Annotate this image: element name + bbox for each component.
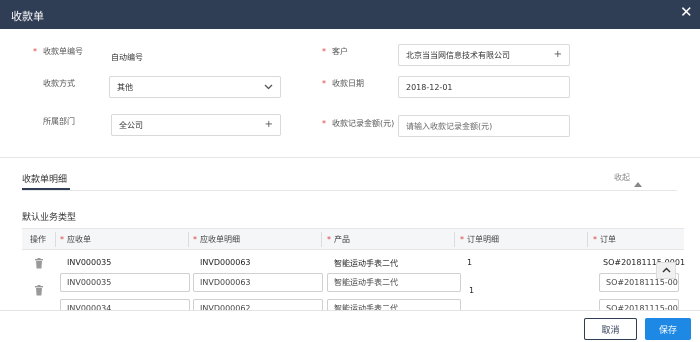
column-header-receivable-detail: * 应收单明细 <box>193 235 240 244</box>
plus-icon[interactable]: + <box>265 120 273 130</box>
scroll-up-button[interactable] <box>656 262 676 279</box>
close-icon[interactable]: ✕ <box>680 5 693 20</box>
required-mark: * <box>322 47 326 56</box>
payment-method-select[interactable]: 其他 <box>109 76 281 98</box>
row2-receivable-input[interactable]: INV000035 <box>60 273 190 292</box>
row1-receivable-detail: INVD000063 <box>200 258 251 267</box>
chevron-down-icon <box>264 83 273 92</box>
row2-order-detail: 1 <box>469 286 475 295</box>
column-header-order: * 订单 <box>593 235 616 244</box>
dialog-title: 收款单 <box>11 10 44 23</box>
record-amount-label: * 收款记录金额(元) <box>322 119 395 128</box>
column-header-product: * 产品 <box>327 235 350 244</box>
chevron-up-icon <box>662 266 671 275</box>
department-label: 所属部门 <box>43 117 75 126</box>
table-header: 操作 * 应收单 * 应收单明细 * 产品 * 订单明细 * 订单 <box>22 228 684 250</box>
customer-field[interactable]: 北京当当网信息技术有限公司 + <box>398 44 570 66</box>
tab-receipt-detail[interactable]: 收款单明细 <box>22 172 67 185</box>
customer-label: * 客户 <box>322 47 348 56</box>
receipt-date-label: * 收款日期 <box>322 79 364 88</box>
trash-icon[interactable] <box>34 285 44 296</box>
receipt-no-label: * 收款单编号 <box>33 47 83 56</box>
column-header-order-detail: * 订单明细 <box>460 235 499 244</box>
collapse-label: 收起 <box>614 173 630 182</box>
save-button[interactable]: 保存 <box>645 318 691 340</box>
row1-product: 智能运动手表二代 <box>334 259 398 268</box>
payment-method-label: 收款方式 <box>43 79 75 88</box>
collapse-up-icon <box>634 173 642 187</box>
row2-receivable-detail-input[interactable]: INVD000063 <box>193 273 323 292</box>
section-divider <box>0 157 700 158</box>
trash-icon[interactable] <box>34 258 44 269</box>
column-divider <box>55 232 56 247</box>
dialog-header: 收款单 ✕ <box>0 0 700 29</box>
department-field[interactable]: 全公司 + <box>111 114 281 136</box>
required-mark: * <box>33 47 37 56</box>
column-divider <box>321 232 322 247</box>
plus-icon[interactable]: + <box>554 50 562 60</box>
row2-product-input[interactable]: 智能运动手表二代 <box>327 273 461 292</box>
cancel-button[interactable]: 取消 <box>584 318 637 340</box>
required-mark: * <box>322 79 326 88</box>
column-divider <box>587 232 588 247</box>
business-type-title: 默认业务类型 <box>22 213 77 223</box>
column-divider <box>188 232 189 247</box>
row1-order-detail: 1 <box>467 258 473 267</box>
column-header-receivable: * 应收单 <box>60 235 91 244</box>
column-header-action: 操作 <box>30 235 46 244</box>
required-mark: * <box>322 119 326 128</box>
record-amount-input[interactable]: 请输入收款记录金额(元) <box>398 115 570 137</box>
row1-receivable: INV000035 <box>67 258 112 267</box>
column-divider <box>454 232 455 247</box>
tab-divider <box>22 190 677 191</box>
receipt-date-input[interactable]: 2018-12-01 <box>398 76 570 98</box>
receipt-no-value: 自动编号 <box>111 53 143 62</box>
collapse-button[interactable]: 收起 <box>614 172 642 187</box>
